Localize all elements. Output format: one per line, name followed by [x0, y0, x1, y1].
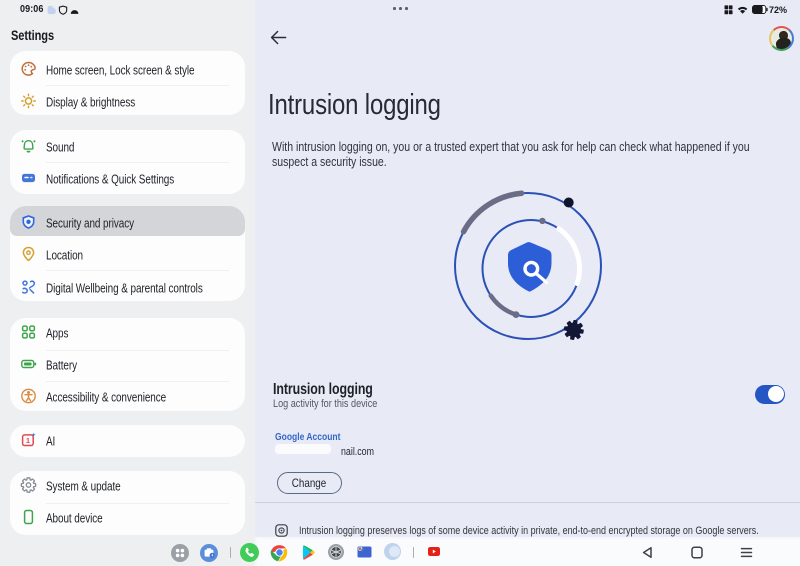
svg-text:1: 1 [25, 435, 29, 444]
